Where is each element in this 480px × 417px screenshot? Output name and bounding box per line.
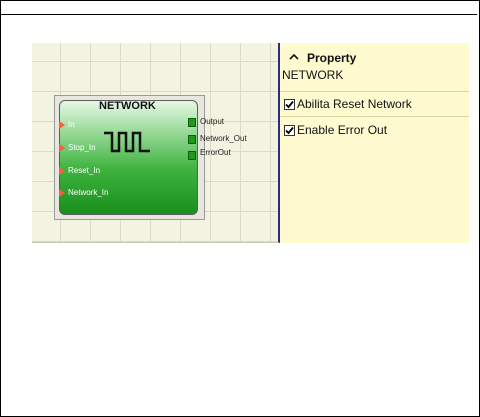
check-icon: [285, 126, 294, 135]
check-icon: [285, 100, 294, 109]
block-title: NETWORK: [99, 100, 156, 112]
property-header-label: Property: [307, 51, 357, 65]
input-port-network[interactable]: [59, 189, 65, 197]
output-label-output: Output: [200, 117, 225, 126]
input-port-in[interactable]: [59, 121, 65, 129]
abilita-reset-network-checkbox[interactable]: [284, 99, 295, 110]
output-port-output[interactable]: [188, 118, 196, 127]
abilita-reset-network-label: Abilita Reset Network: [297, 97, 412, 111]
input-label-in: In: [68, 120, 75, 129]
input-label-network: Network_In: [68, 188, 109, 197]
output-port-network-out[interactable]: [188, 135, 196, 144]
input-label-stop: Stop_In: [68, 143, 96, 152]
output-port-error-out[interactable]: [188, 151, 196, 160]
input-label-reset: Reset_In: [68, 166, 101, 175]
title-bar: [1, 0, 477, 15]
canvas-bottom-divider: [32, 242, 279, 243]
property-subtitle: NETWORK: [282, 68, 344, 82]
network-block[interactable]: [59, 100, 198, 215]
output-label-network-out: Network_Out: [200, 134, 247, 143]
network-pulse-icon: [104, 131, 150, 153]
property-row-separator: [280, 116, 469, 117]
input-port-reset[interactable]: [59, 167, 65, 175]
enable-error-out-label: Enable Error Out: [297, 123, 388, 137]
enable-error-out-checkbox[interactable]: [284, 125, 295, 136]
output-label-error-out: ErrorOut: [200, 148, 231, 157]
collapse-chevron-icon[interactable]: [289, 52, 299, 62]
property-row-separator: [280, 91, 469, 92]
input-port-stop[interactable]: [59, 144, 65, 152]
